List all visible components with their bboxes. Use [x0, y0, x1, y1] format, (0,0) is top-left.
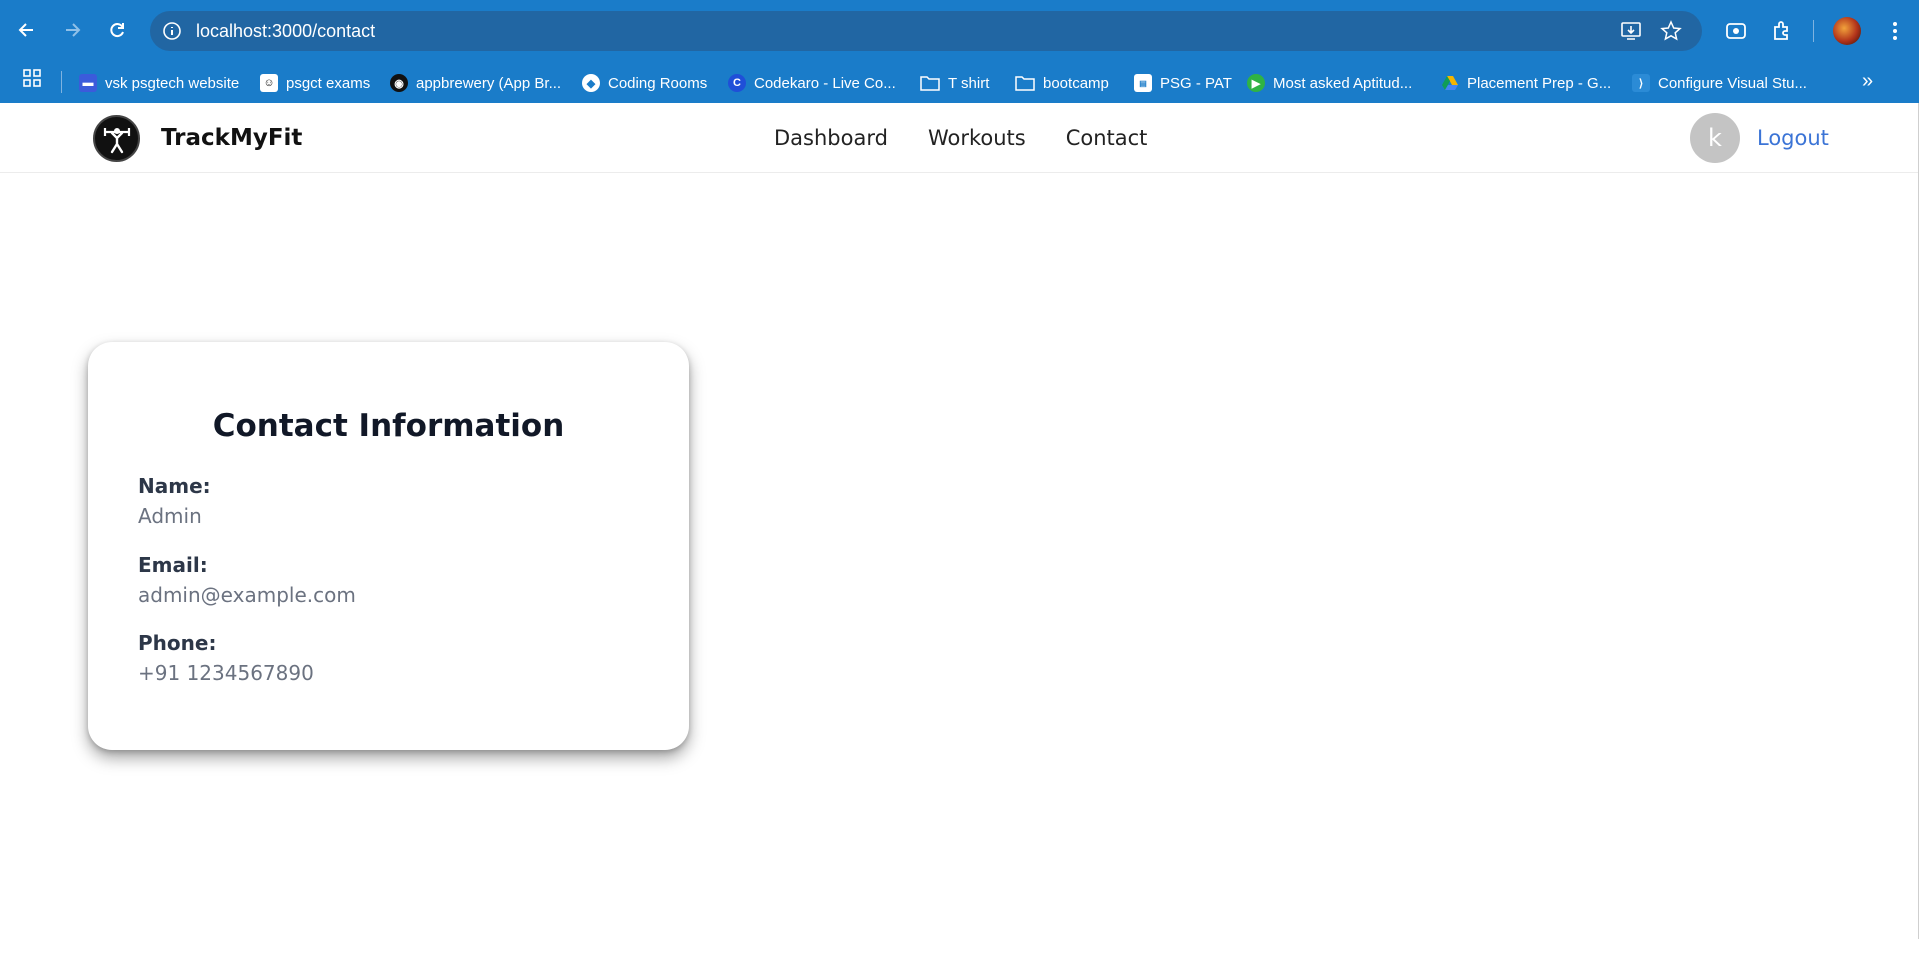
- weightlifter-icon: [103, 127, 130, 153]
- folder-icon: [1015, 76, 1035, 91]
- bookmark-psgct-exams[interactable]: ☺ psgct exams: [260, 71, 370, 95]
- bookmarks-bar: ▬ vsk psgtech website ☺ psgct exams ◉ ap…: [0, 62, 1919, 103]
- phone-value: +91 1234567890: [138, 661, 314, 685]
- c-icon: C: [728, 74, 746, 92]
- logout-button[interactable]: Logout: [1757, 126, 1829, 150]
- site-info-icon[interactable]: [162, 21, 182, 41]
- bookmark-label: vsk psgtech website: [105, 74, 240, 92]
- bookmark-label: psgct exams: [286, 74, 371, 92]
- name-value: Admin: [138, 504, 202, 528]
- bookmark-psg-pat[interactable]: ▤ PSG - PAT: [1134, 71, 1232, 95]
- bookmark-label: Placement Prep - G...: [1467, 74, 1612, 92]
- reload-icon: [110, 23, 124, 38]
- swirl-icon: ◉: [390, 74, 408, 92]
- bookmark-label: Most asked Aptitud...: [1273, 74, 1413, 92]
- profile-avatar[interactable]: [1833, 17, 1861, 45]
- app-navbar: TrackMyFit Dashboard Workouts Contact k …: [0, 103, 1919, 173]
- toolbar-divider: [1813, 20, 1814, 42]
- browser-chrome: localhost:3000/contact ▬ vsk psgtech web…: [0, 0, 1919, 103]
- contact-card: Contact Information Name: Admin Email: a…: [88, 342, 689, 750]
- bookmark-folder-tshirt[interactable]: T shirt: [920, 71, 989, 95]
- bookmark-appbrewery[interactable]: ◉ appbrewery (App Br...: [390, 71, 561, 95]
- url-text[interactable]: localhost:3000/contact: [196, 21, 375, 42]
- flag-icon: ▤: [1134, 74, 1152, 92]
- tile-icon: ▬: [79, 74, 97, 92]
- bookmark-label: bootcamp: [1043, 74, 1109, 92]
- email-label: Email:: [138, 553, 208, 577]
- contact-title: Contact Information: [212, 408, 565, 444]
- screencast-icon[interactable]: [1724, 19, 1748, 43]
- bookmark-aptitude[interactable]: ▶ Most asked Aptitud...: [1247, 71, 1412, 95]
- star-icon[interactable]: [1660, 20, 1682, 42]
- phone-label: Phone:: [138, 631, 217, 655]
- nav-workouts[interactable]: Workouts: [928, 126, 1026, 150]
- diamond-icon: ◆: [582, 74, 600, 92]
- address-bar[interactable]: localhost:3000/contact: [150, 11, 1702, 51]
- brand-logo[interactable]: [93, 115, 140, 162]
- bookmark-codekaro[interactable]: C Codekaro - Live Co...: [728, 71, 896, 95]
- bookmark-label: Codekaro - Live Co...: [754, 74, 896, 92]
- play-icon: ▶: [1247, 74, 1265, 92]
- browser-toolbar: localhost:3000/contact: [0, 0, 1919, 62]
- email-value: admin@example.com: [138, 583, 356, 607]
- bookmark-label: appbrewery (App Br...: [416, 74, 562, 92]
- name-label: Name:: [138, 474, 211, 498]
- bookmark-vsk-psgtech[interactable]: ▬ vsk psgtech website: [79, 71, 239, 95]
- bookmarks-divider: [61, 71, 62, 93]
- user-avatar[interactable]: k: [1690, 113, 1740, 163]
- nav-dashboard[interactable]: Dashboard: [774, 126, 888, 150]
- brand-name[interactable]: TrackMyFit: [161, 125, 302, 151]
- kebab-menu-icon[interactable]: [1883, 19, 1907, 43]
- drive-icon: [1442, 76, 1458, 90]
- bookmark-coding-rooms[interactable]: ◆ Coding Rooms: [582, 71, 707, 95]
- arrow-right-icon: [66, 23, 81, 37]
- bookmark-vscode[interactable]: ⟩ Configure Visual Stu...: [1632, 71, 1807, 95]
- install-app-icon[interactable]: [1620, 20, 1642, 42]
- bookmark-label: PSG - PAT: [1160, 74, 1232, 92]
- folder-icon: [920, 76, 940, 91]
- bookmark-folder-bootcamp[interactable]: bootcamp: [1015, 71, 1109, 95]
- apps-grid-icon[interactable]: [22, 68, 42, 88]
- bookmark-label: Configure Visual Stu...: [1658, 74, 1807, 92]
- app-page: TrackMyFit Dashboard Workouts Contact k …: [0, 103, 1919, 969]
- bookmark-placement-prep[interactable]: Placement Prep - G...: [1441, 71, 1611, 95]
- bookmark-label: Coding Rooms: [608, 74, 708, 92]
- reload-button[interactable]: [101, 14, 133, 46]
- arrow-left-icon: [18, 23, 33, 37]
- nav-contact[interactable]: Contact: [1066, 126, 1148, 150]
- forward-button[interactable]: [56, 14, 88, 46]
- extensions-icon[interactable]: [1770, 19, 1794, 43]
- double-chevron-right-icon[interactable]: »: [1862, 70, 1884, 92]
- person-icon: ☺: [260, 74, 278, 92]
- vscode-icon: ⟩: [1632, 74, 1650, 92]
- main-nav: Dashboard Workouts Contact: [774, 126, 1147, 150]
- bookmark-label: T shirt: [948, 74, 990, 92]
- back-button[interactable]: [11, 14, 43, 46]
